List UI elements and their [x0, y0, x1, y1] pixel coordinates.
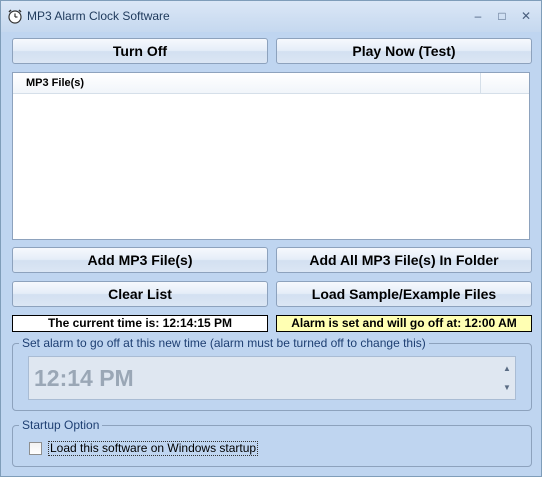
mp3-file-list[interactable]: MP3 File(s): [12, 72, 530, 240]
time-spinner[interactable]: ▲ ▼: [499, 359, 515, 397]
startup-option-group: Startup Option Load this software on Win…: [12, 418, 532, 467]
spin-up-icon[interactable]: ▲: [499, 359, 515, 378]
startup-group-label: Startup Option: [19, 418, 103, 432]
title-bar[interactable]: MP3 Alarm Clock Software – □ ✕: [1, 1, 541, 32]
alarm-group-label: Set alarm to go off at this new time (al…: [19, 336, 429, 350]
alarm-time-group: Set alarm to go off at this new time (al…: [12, 336, 532, 411]
load-samples-button[interactable]: Load Sample/Example Files: [276, 281, 532, 307]
clear-list-button[interactable]: Clear List: [12, 281, 268, 307]
startup-checkbox[interactable]: [29, 442, 42, 455]
turn-off-button[interactable]: Turn Off: [12, 38, 268, 64]
alarm-status-display: Alarm is set and will go off at: 12:00 A…: [276, 315, 532, 332]
add-all-folder-button[interactable]: Add All MP3 File(s) In Folder: [276, 247, 532, 273]
alarm-time-picker[interactable]: 12:14 PM ▲ ▼: [28, 356, 516, 400]
spin-down-icon[interactable]: ▼: [499, 378, 515, 397]
column-header-mp3-files[interactable]: MP3 File(s): [13, 73, 481, 94]
app-window: MP3 Alarm Clock Software – □ ✕ Turn Off …: [0, 0, 542, 477]
close-button[interactable]: ✕: [515, 7, 537, 25]
window-title: MP3 Alarm Clock Software: [27, 9, 170, 23]
minimize-button[interactable]: –: [467, 7, 489, 25]
play-now-button[interactable]: Play Now (Test): [276, 38, 532, 64]
current-time-display: The current time is: 12:14:15 PM: [12, 315, 268, 332]
add-mp3-button[interactable]: Add MP3 File(s): [12, 247, 268, 273]
client-area: Turn Off Play Now (Test) MP3 File(s) Add…: [6, 32, 536, 472]
startup-checkbox-label[interactable]: Load this software on Windows startup: [48, 441, 259, 456]
list-header: MP3 File(s): [13, 73, 529, 94]
maximize-button[interactable]: □: [491, 7, 513, 25]
alarm-time-value: 12:14 PM: [34, 365, 134, 391]
alarm-clock-icon: [8, 9, 22, 24]
